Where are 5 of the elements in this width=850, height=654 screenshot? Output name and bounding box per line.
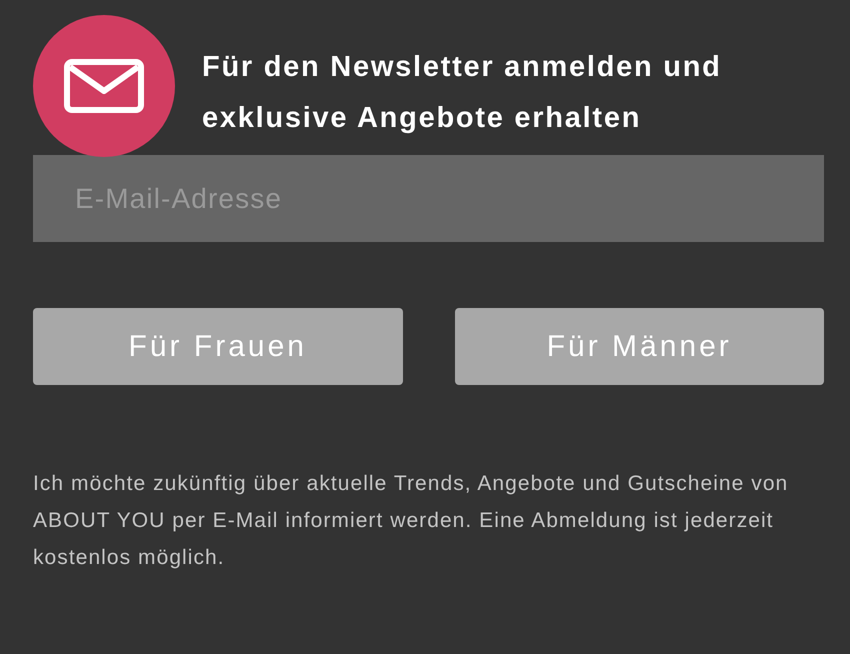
- envelope-icon: [64, 59, 144, 113]
- category-button[interactable]: Für Frauen: [33, 308, 402, 385]
- consent-text: Ich möchte zukünftig über aktuelle Trends, Angebote und Gutscheine von ABOUT YOU per E-Mail informiert werden. Eine Abmeldung ist jederzeit kostenlos möglich.: [33, 471, 790, 571]
- newsletter-heading: Für den Newsletter anmelden und exklusive Angebote erhalten: [202, 50, 723, 136]
- category-button[interactable]: Für Männer: [454, 308, 824, 385]
